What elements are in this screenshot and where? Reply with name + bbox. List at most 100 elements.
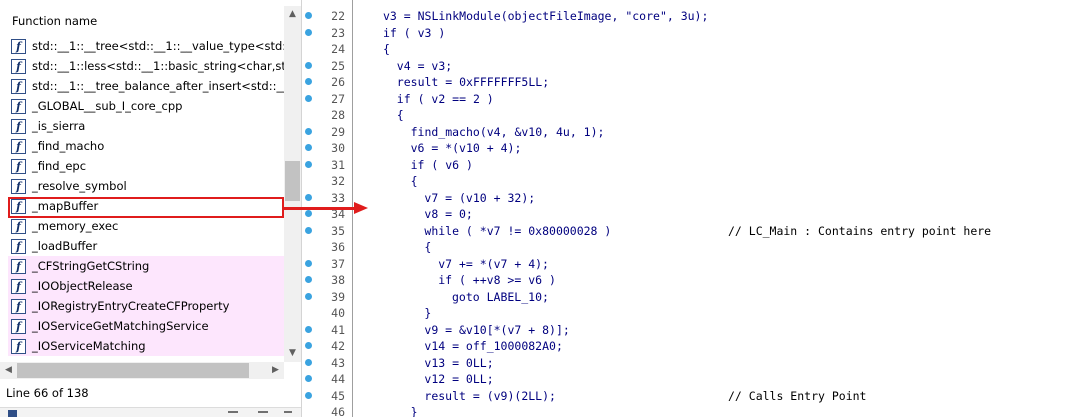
code-text[interactable]: { <box>411 173 418 189</box>
function-name: _loadBuffer <box>32 239 98 253</box>
code-text[interactable]: goto LABEL_10; <box>452 289 549 305</box>
code-text[interactable]: if ( v2 == 2 ) <box>397 91 494 107</box>
function-list-item[interactable]: f _loadBuffer <box>8 236 284 256</box>
code-line[interactable]: 29 find_macho(v4, &v10, 4u, 1); <box>303 124 1088 140</box>
code-text[interactable]: v4 = v3; <box>397 58 452 74</box>
code-text[interactable]: v12 = 0LL; <box>424 371 493 387</box>
code-line[interactable]: 28 { <box>303 107 1088 123</box>
code-text[interactable]: { <box>383 41 390 57</box>
code-line[interactable]: 43 v13 = 0LL; <box>303 355 1088 371</box>
code-text[interactable]: v7 += *(v7 + 4); <box>438 256 549 272</box>
bottom-toolbar <box>0 407 301 417</box>
function-icon: f <box>11 218 26 234</box>
code-line[interactable]: 34 v8 = 0; <box>303 206 1088 222</box>
code-line[interactable]: 27 if ( v2 == 2 ) <box>303 91 1088 107</box>
code-line[interactable]: 37 v7 += *(v7 + 4); <box>303 256 1088 272</box>
function-list-item[interactable]: f _find_macho <box>8 136 284 156</box>
vertical-scrollbar[interactable]: ▲ ▼ <box>284 6 301 362</box>
function-icon: f <box>11 278 26 294</box>
code-line[interactable]: 42 v14 = off_1000082A0; <box>303 338 1088 354</box>
function-list-item[interactable]: f std::__1::less<std::__1::basic_string<c… <box>8 56 284 76</box>
code-line[interactable]: 33 v7 = (v10 + 32); <box>303 190 1088 206</box>
scroll-right-arrow-icon[interactable]: ▶ <box>267 362 284 379</box>
horizontal-scrollbar-thumb[interactable] <box>17 363 249 378</box>
code-line[interactable]: 44 v12 = 0LL; <box>303 371 1088 387</box>
code-line[interactable]: 39 goto LABEL_10; <box>303 289 1088 305</box>
line-number: 45 <box>331 388 345 403</box>
toolbar-button[interactable] <box>258 411 268 413</box>
function-list-item[interactable]: f _IOServiceGetMatchingService <box>8 316 284 336</box>
function-list-item[interactable]: f _IORegistryEntryCreateCFProperty <box>8 296 284 316</box>
code-line[interactable]: 31 if ( v6 ) <box>303 157 1088 173</box>
code-text[interactable]: v14 = off_1000082A0; <box>424 338 562 354</box>
function-list-item[interactable]: f std::__1::__tree_balance_after_insert<s… <box>8 76 284 96</box>
code-line[interactable]: 41 v9 = &v10[*(v7 + 8)]; <box>303 322 1088 338</box>
code-text[interactable]: { <box>397 107 404 123</box>
line-number: 36 <box>331 240 345 254</box>
line-number: 31 <box>331 157 345 172</box>
code-line[interactable]: 38 if ( ++v8 >= v6 ) <box>303 272 1088 288</box>
code-line[interactable]: 32 { <box>303 173 1088 189</box>
code-text[interactable]: } <box>411 404 418 417</box>
vertical-scrollbar-thumb[interactable] <box>285 161 300 201</box>
code-text[interactable]: find_macho(v4, &v10, 4u, 1); <box>411 124 605 140</box>
code-line[interactable]: 40} <box>303 305 1088 321</box>
code-text[interactable]: if ( v3 ) <box>383 25 445 41</box>
code-text[interactable]: v8 = 0; <box>424 206 472 222</box>
function-icon: f <box>11 58 26 74</box>
code-line[interactable]: 35 while ( *v7 != 0x80000028 ) // LC_Main … <box>303 223 1088 239</box>
function-list-item[interactable]: f _resolve_symbol <box>8 176 284 196</box>
function-name: _resolve_symbol <box>32 179 127 193</box>
pseudocode-panel[interactable]: 22 v3 = NSLinkModule(objectFileImage, "co… <box>303 0 1088 417</box>
function-name: _IOServiceMatching <box>32 339 146 353</box>
function-list-item[interactable]: f _is_sierra <box>8 116 284 136</box>
code-line[interactable]: 24 { <box>303 41 1088 57</box>
function-name: _find_epc <box>32 159 87 173</box>
function-list-item[interactable]: f _memory_exec <box>8 216 284 236</box>
function-list-item[interactable]: f _CFStringGetCString <box>8 256 284 276</box>
highlight-box <box>8 197 284 218</box>
code-line[interactable]: 26 result = 0xFFFFFFF5LL; <box>303 74 1088 90</box>
function-list-item[interactable]: f _IOServiceMatching <box>8 336 284 356</box>
code-text[interactable]: { <box>424 239 431 255</box>
code-text[interactable]: if ( v6 ) <box>411 157 473 173</box>
code-line[interactable]: 30 v6 = *(v10 + 4); <box>303 140 1088 156</box>
scroll-left-arrow-icon[interactable]: ◀ <box>0 362 17 379</box>
functions-header[interactable]: Function name <box>0 0 301 36</box>
code-line[interactable]: 46} <box>303 404 1088 417</box>
line-number: 26 <box>331 75 345 89</box>
function-list-item[interactable]: f _IOObjectRelease <box>8 276 284 296</box>
function-icon: f <box>11 238 26 254</box>
scroll-up-arrow-icon[interactable]: ▲ <box>284 6 301 23</box>
function-list-item[interactable]: f std::__1::__tree<std::__1::__value_type… <box>8 36 284 56</box>
line-number: 25 <box>331 58 345 73</box>
line-number: 42 <box>331 339 345 353</box>
function-name: std::__1::__tree_balance_after_insert<st… <box>32 79 284 93</box>
code-line[interactable]: 36 { <box>303 239 1088 255</box>
line-number: 32 <box>331 174 345 188</box>
toolbar-button[interactable] <box>228 411 238 413</box>
code-line[interactable]: 23 if ( v3 ) <box>303 25 1088 41</box>
toolbar-icon[interactable] <box>8 410 17 417</box>
code-text[interactable]: } <box>424 305 431 321</box>
code-text[interactable]: v3 = NSLinkModule(objectFileImage, "core… <box>383 8 708 24</box>
function-icon: f <box>11 258 26 274</box>
code-text[interactable]: v9 = &v10[*(v7 + 8)]; <box>424 322 569 338</box>
function-name-column-header[interactable]: Function name <box>12 14 97 28</box>
code-text[interactable]: result = (v9)(2LL); <box>424 388 556 404</box>
scroll-down-arrow-icon[interactable]: ▼ <box>284 345 301 362</box>
code-line[interactable]: 22 v3 = NSLinkModule(objectFileImage, "co… <box>303 8 1088 24</box>
horizontal-scrollbar[interactable]: ◀ ▶ <box>0 362 284 379</box>
code-text[interactable]: v7 = (v10 + 32); <box>424 190 535 206</box>
code-text[interactable]: if ( ++v8 >= v6 ) <box>438 272 556 288</box>
code-text[interactable]: result = 0xFFFFFFF5LL; <box>397 74 549 90</box>
function-list-item[interactable]: f _GLOBAL__sub_I_core_cpp <box>8 96 284 116</box>
function-list-item[interactable]: f _find_epc <box>8 156 284 176</box>
code-text[interactable]: while ( *v7 != 0x80000028 ) <box>424 223 611 239</box>
code-text[interactable]: v6 = *(v10 + 4); <box>411 140 522 156</box>
code-line[interactable]: 45 result = (v9)(2LL); // Calls Entry Poin… <box>303 388 1088 404</box>
line-number: 46 <box>331 405 345 417</box>
code-line[interactable]: 25 v4 = v3; <box>303 58 1088 74</box>
code-text[interactable]: v13 = 0LL; <box>424 355 493 371</box>
toolbar-button[interactable] <box>284 411 292 413</box>
